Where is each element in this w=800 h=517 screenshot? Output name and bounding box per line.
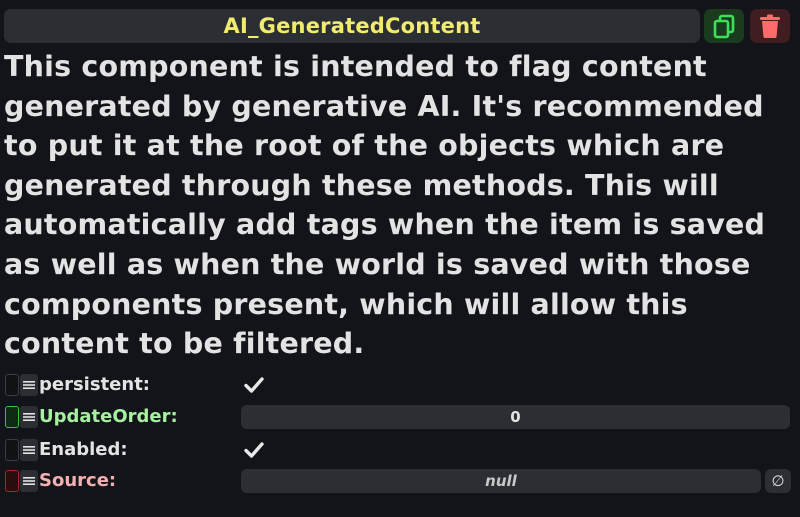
field-row-update-order: UpdateOrder: 0: [0, 404, 800, 432]
checkmark-icon: [244, 377, 264, 393]
delete-component-button[interactable]: [750, 9, 790, 43]
drive-indicator-button[interactable]: [5, 470, 19, 492]
drag-handle-icon[interactable]: [20, 374, 38, 396]
persistent-checkbox[interactable]: [241, 372, 267, 398]
drag-handle-icon[interactable]: [20, 470, 38, 492]
drive-indicator-button[interactable]: [5, 439, 19, 461]
enabled-checkbox[interactable]: [241, 437, 267, 463]
duplicate-component-button[interactable]: [704, 9, 744, 43]
field-label-source: Source:: [39, 470, 117, 491]
update-order-input[interactable]: 0: [241, 405, 790, 429]
component-title: AI_GeneratedContent: [223, 14, 481, 38]
component-header: AI_GeneratedContent: [4, 9, 700, 43]
field-label-persistent: persistent:: [39, 374, 150, 395]
drive-indicator-button[interactable]: [5, 374, 19, 396]
field-label-enabled: Enabled:: [39, 439, 128, 460]
duplicate-icon: [713, 14, 735, 39]
clear-reference-button[interactable]: ∅: [765, 469, 791, 493]
field-label-update-order: UpdateOrder:: [39, 406, 178, 427]
field-row-source: Source: null ∅: [0, 468, 800, 496]
source-reference-field[interactable]: null: [241, 469, 761, 493]
checkmark-icon: [244, 442, 264, 458]
field-row-persistent: persistent:: [0, 372, 800, 400]
trash-icon: [760, 14, 780, 38]
drag-handle-icon[interactable]: [20, 439, 38, 461]
drive-indicator-button[interactable]: [5, 406, 19, 428]
drag-handle-icon[interactable]: [20, 406, 38, 428]
field-row-enabled: Enabled:: [0, 437, 800, 465]
component-inspector-panel: AI_GeneratedContent This component is in…: [0, 0, 800, 517]
component-description: This component is intended to flag conte…: [4, 50, 766, 361]
